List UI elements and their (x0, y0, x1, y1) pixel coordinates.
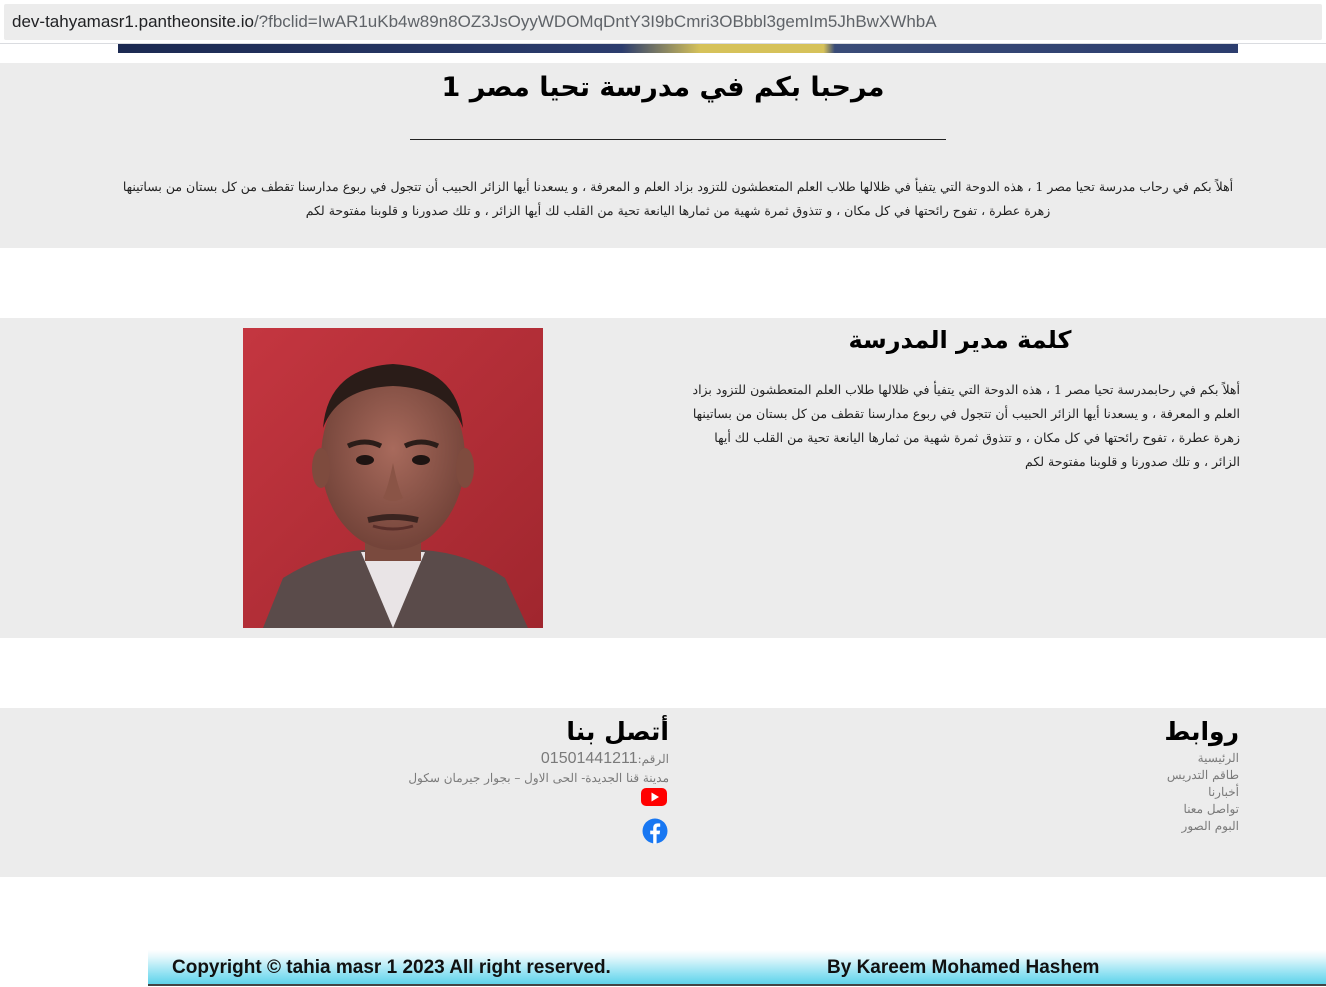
links-title: روابط (1164, 717, 1239, 746)
contact-title: أتصل بنا (566, 717, 669, 746)
principal-section: كلمة مدير المدرسة أهلاً بكم في رحابمدرسة… (0, 318, 1326, 638)
contact-phone: الرقم:01501441211 (380, 750, 669, 768)
footer-link-news[interactable]: أخبارنا (1000, 784, 1239, 801)
browser-address-bar: dev-tahyamasr1.pantheonsite.io/?fbclid=I… (0, 0, 1326, 44)
welcome-text: أهلاً بكم في رحاب مدرسة تحيا مصر 1 ، هذه… (122, 179, 1234, 218)
url-field[interactable]: dev-tahyamasr1.pantheonsite.io/?fbclid=I… (4, 4, 1322, 40)
hero-banner-bottom-edge (118, 44, 1238, 53)
title-divider (410, 139, 946, 140)
welcome-title: مرحبا بكم في مدرسة تحيا مصر 1 (441, 72, 885, 103)
footer-link-gallery[interactable]: البوم الصور (1000, 818, 1239, 835)
footer-contact-column: أتصل بنا الرقم:01501441211 مدينة قنا الج… (380, 714, 669, 787)
url-host: dev-tahyamasr1.pantheonsite.io (12, 12, 254, 31)
footer-link-contact[interactable]: تواصل معنا (1000, 801, 1239, 818)
footer-links: الرئيسية طاقم التدريس أخبارنا تواصل معنا… (1000, 750, 1239, 835)
principal-message: أهلاً بكم في رحابمدرسة تحيا مصر 1 ، هذه … (692, 382, 1241, 469)
principal-photo (243, 328, 543, 628)
author-credit: By Kareem Mohamed Hashem (827, 957, 1100, 978)
footer-links-column: روابط الرئيسية طاقم التدريس أخبارنا تواص… (1000, 714, 1239, 835)
footer-link-home[interactable]: الرئيسية (1000, 750, 1239, 767)
phone-label: الرقم: (637, 752, 669, 766)
url-text[interactable]: dev-tahyamasr1.pantheonsite.io/?fbclid=I… (12, 12, 937, 32)
footer: روابط الرئيسية طاقم التدريس أخبارنا تواص… (0, 708, 1326, 877)
principal-portrait (243, 328, 543, 628)
copyright-text: Copyright © tahia masr 1 2023 All right … (172, 957, 611, 978)
contact-address: مدينة قنا الجديدة- الحى الاول – بجوار جي… (408, 771, 669, 785)
footer-link-staff[interactable]: طاقم التدريس (1000, 767, 1239, 784)
youtube-icon[interactable] (640, 783, 668, 811)
copyright-bar: Copyright © tahia masr 1 2023 All right … (148, 950, 1326, 986)
facebook-icon[interactable] (641, 817, 669, 845)
welcome-section: مرحبا بكم في مدرسة تحيا مصر 1 أهلاً بكم … (0, 63, 1326, 248)
principal-title: كلمة مدير المدرسة (848, 326, 1072, 354)
url-path: /?fbclid=IwAR1uKb4w89n8OZ3JsOyyWDOMqDntY… (253, 12, 937, 31)
phone-number: 01501441211 (540, 750, 638, 767)
